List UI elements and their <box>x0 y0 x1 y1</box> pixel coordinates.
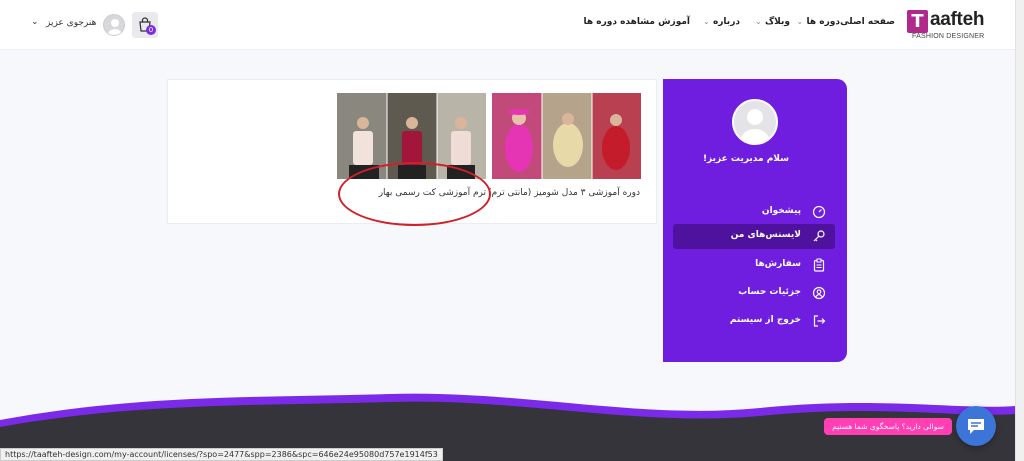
cart-button[interactable]: 0 <box>132 12 158 38</box>
status-bar-url: https://taafteh-design.com/my-account/li… <box>0 448 443 461</box>
sidebar-item-label: خروج از سیستم <box>729 315 801 325</box>
account-sidebar: سلام مدیریت عزیز! پیشخوان لایسنس‌های من … <box>663 79 847 362</box>
logo-subtitle: FASHION DESIGNER <box>912 33 985 40</box>
site-logo[interactable]: T aafteh FASHION DESIGNER <box>907 9 997 43</box>
chevron-down-icon[interactable]: ⌄ <box>31 17 39 27</box>
logo-mark: T <box>907 10 928 33</box>
user-placeholder-icon <box>739 109 771 143</box>
sidebar-item-logout[interactable]: خروج از سیستم <box>673 309 835 334</box>
sidebar-item-account-details[interactable]: جزئیات حساب <box>673 281 835 306</box>
dashboard-icon <box>812 205 826 219</box>
annotation-circle <box>338 162 491 226</box>
sidebar-item-label: پیشخوان <box>761 206 801 216</box>
greeting-text: سلام مدیریت عزیز! <box>702 154 789 164</box>
clipboard-icon <box>813 258 825 272</box>
nav-blog-label: وبلاگ <box>764 17 790 27</box>
site-header: T aafteh FASHION DESIGNER صفحه اصلی دوره… <box>0 0 1015 50</box>
sidebar-item-label: سفارش‌ها <box>755 259 801 269</box>
chat-prompt[interactable]: سوالی دارید؟ پاسخگوی شما هستیم <box>824 418 952 435</box>
nav-how-to-view[interactable]: آموزش مشاهده دوره ها <box>584 17 691 27</box>
user-avatar[interactable] <box>103 14 125 36</box>
course-thumbnail-image <box>492 93 641 179</box>
page-scrollbar[interactable] <box>1015 0 1024 461</box>
sidebar-item-label: جزئیات حساب <box>738 287 801 297</box>
chevron-down-icon: ⌄ <box>702 17 710 26</box>
nav-home[interactable]: صفحه اصلی <box>840 17 895 27</box>
chevron-down-icon: ⌄ <box>754 17 762 26</box>
nav-courses[interactable]: دوره ها ⌄ <box>797 17 840 27</box>
user-name[interactable]: هنرجوی عزیز <box>46 18 96 28</box>
user-circle-icon <box>812 286 826 300</box>
sidebar-item-label: لایسنس‌های من <box>730 230 801 240</box>
license-title[interactable]: دوره آموزشی ۳ مدل شومیز (مانتی ترم) <box>488 188 640 198</box>
chat-icon <box>968 419 984 434</box>
logo-word: aafteh <box>930 9 985 30</box>
nav-courses-label: دوره ها <box>806 17 840 27</box>
nav-blog[interactable]: وبلاگ ⌄ <box>755 17 790 27</box>
sidebar-item-licenses[interactable]: لایسنس‌های من <box>673 224 835 249</box>
chevron-down-icon: ⌄ <box>796 17 804 26</box>
profile-avatar <box>732 99 778 145</box>
logout-icon <box>813 315 826 327</box>
sidebar-item-dashboard[interactable]: پیشخوان <box>673 200 835 225</box>
license-card-thumbnail[interactable] <box>492 93 641 179</box>
chat-button[interactable] <box>956 406 996 446</box>
sidebar-item-orders[interactable]: سفارش‌ها <box>673 253 835 278</box>
cart-count-badge: 0 <box>146 25 156 35</box>
nav-about[interactable]: درباره ⌄ <box>703 17 740 27</box>
user-placeholder-icon <box>107 19 123 35</box>
key-icon <box>813 230 825 242</box>
nav-about-label: درباره <box>712 17 740 27</box>
